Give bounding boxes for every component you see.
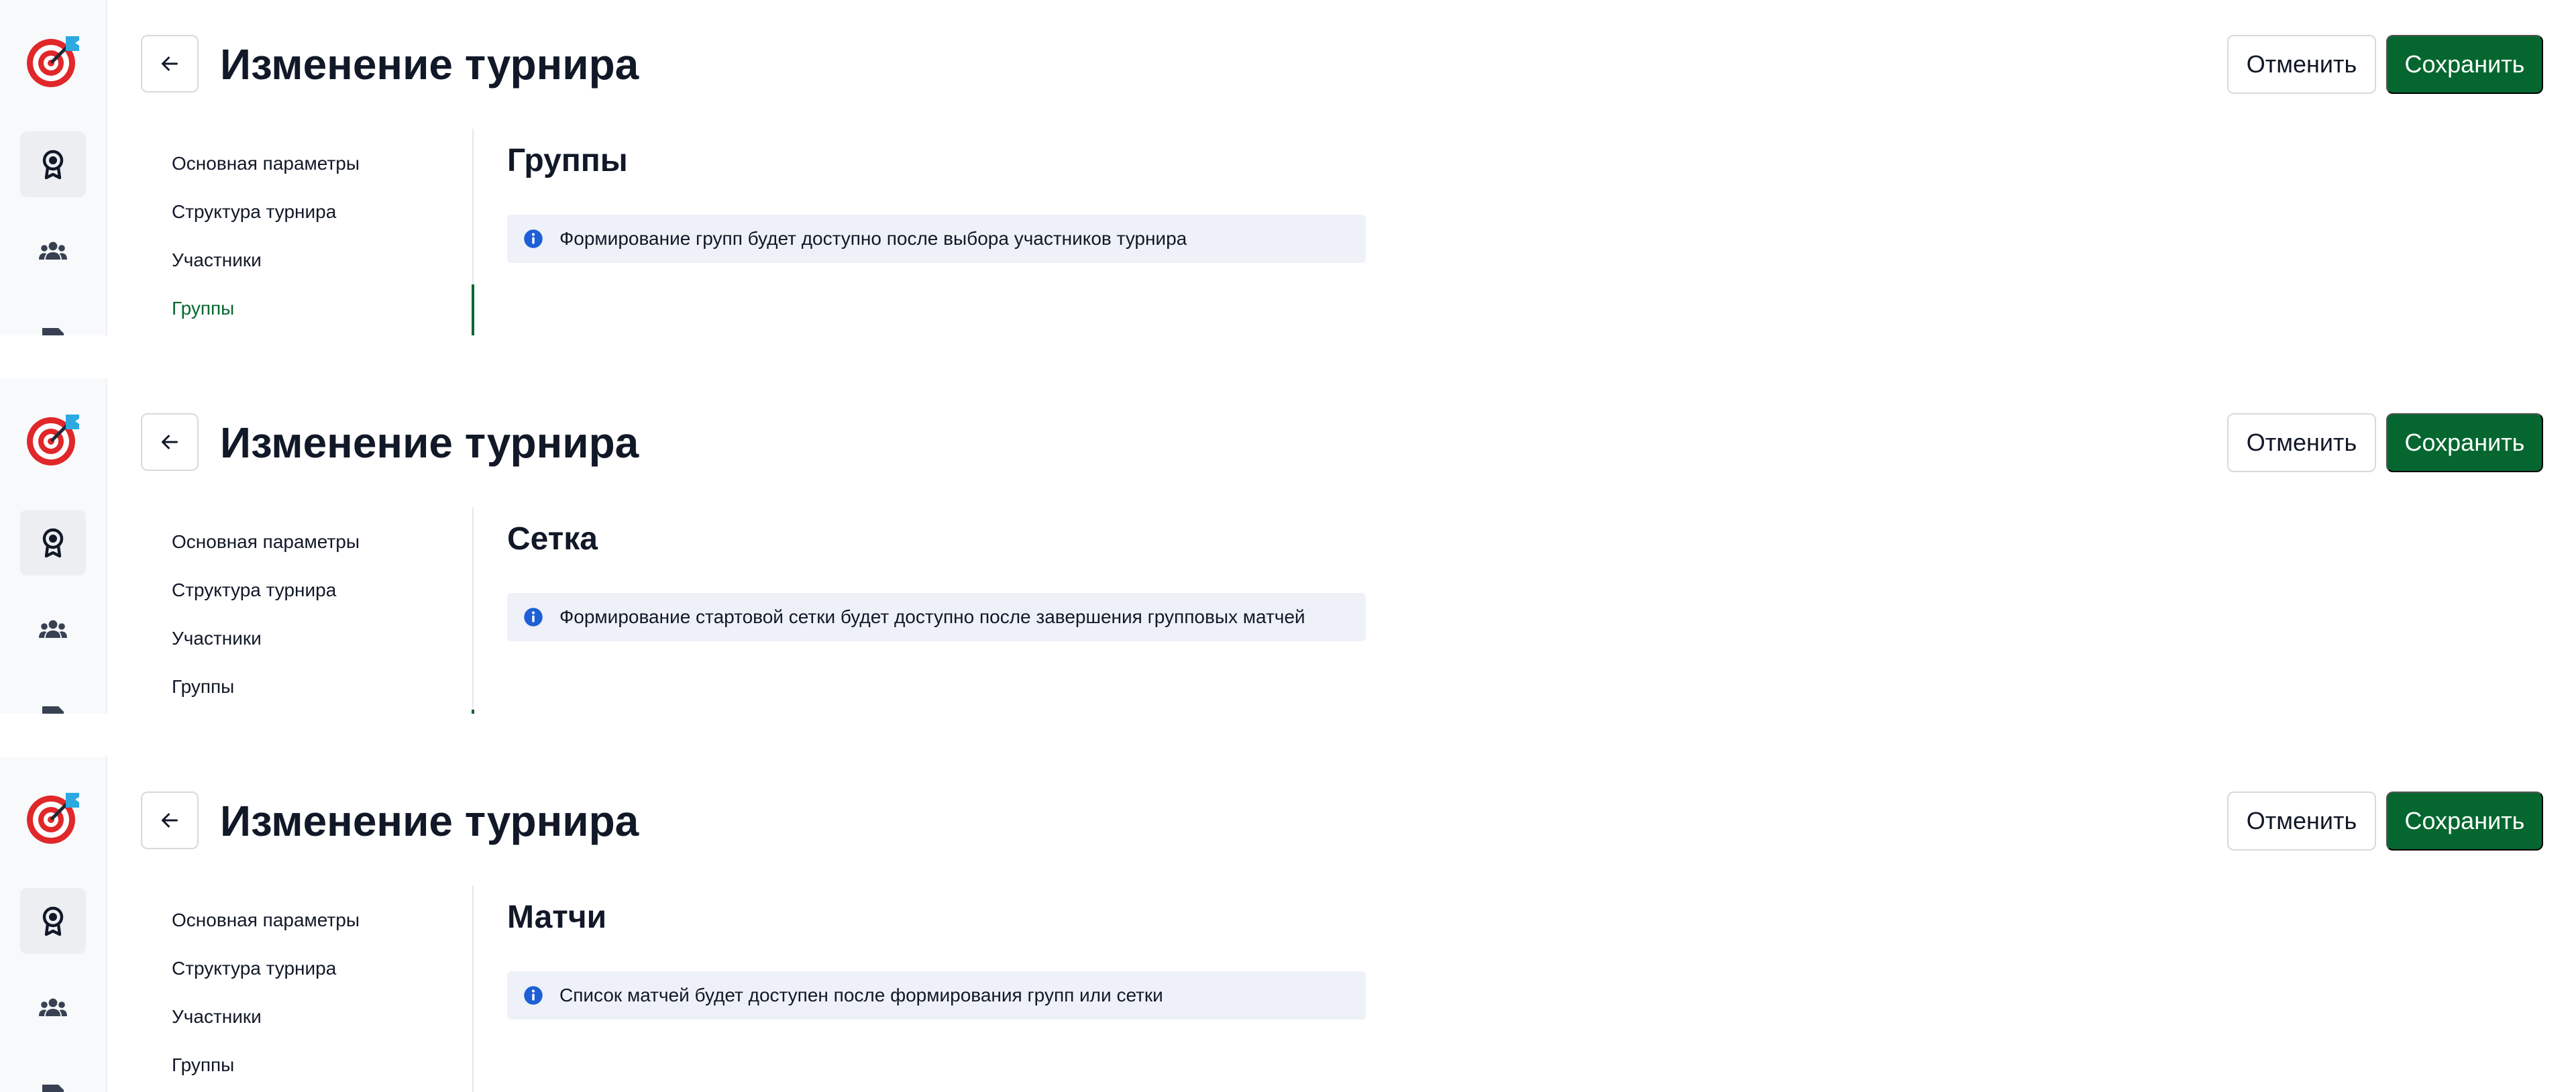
rail-tournaments-button[interactable] bbox=[20, 510, 86, 576]
info-text: Формирование групп будет доступно после … bbox=[559, 228, 1187, 249]
rail-tournaments-button[interactable] bbox=[20, 131, 86, 197]
save-button[interactable]: Сохранить bbox=[2386, 791, 2543, 851]
info-banner: Список матчей будет доступен после форми… bbox=[507, 971, 1366, 1020]
nav-active-indicator bbox=[472, 284, 474, 335]
nav-item-main-params[interactable]: Основная параметры bbox=[172, 152, 360, 176]
users-icon bbox=[39, 998, 67, 1016]
medal-icon bbox=[42, 906, 64, 936]
ticket-icon bbox=[42, 1085, 64, 1092]
ticket-icon bbox=[42, 328, 64, 335]
nav-item-structure[interactable]: Структура турнира bbox=[172, 200, 336, 224]
rail-users-button[interactable] bbox=[20, 219, 86, 284]
target-logo-icon[interactable] bbox=[23, 31, 83, 91]
info-text: Формирование стартовой сетки будет досту… bbox=[559, 606, 1305, 627]
target-logo-icon[interactable] bbox=[23, 409, 83, 470]
cancel-button[interactable]: Отменить bbox=[2227, 413, 2376, 472]
info-circle-icon bbox=[524, 229, 543, 248]
section-title: Сетка bbox=[507, 521, 598, 557]
users-icon bbox=[39, 620, 67, 638]
back-button[interactable] bbox=[141, 413, 199, 471]
tournament-edit-panel: Изменение турнира Отменить Сохранить Осн… bbox=[0, 0, 2576, 335]
nav-item-structure[interactable]: Структура турнира bbox=[172, 578, 336, 602]
arrow-left-icon bbox=[162, 56, 178, 71]
rail-tickets-button[interactable] bbox=[20, 306, 86, 335]
nav-divider bbox=[472, 885, 474, 1092]
nav-item-participants[interactable]: Участники bbox=[172, 1005, 262, 1029]
nav-divider bbox=[472, 507, 474, 714]
nav-item-main-params[interactable]: Основная параметры bbox=[172, 908, 360, 932]
arrow-left-icon bbox=[162, 435, 178, 449]
page-title: Изменение турнира bbox=[220, 40, 639, 89]
cancel-button[interactable]: Отменить bbox=[2227, 791, 2376, 851]
section-title: Группы bbox=[507, 143, 628, 178]
medal-icon bbox=[42, 528, 64, 558]
info-banner: Формирование групп будет доступно после … bbox=[507, 215, 1366, 263]
info-circle-icon bbox=[524, 986, 543, 1005]
side-rail bbox=[0, 378, 107, 714]
target-logo-icon[interactable] bbox=[23, 787, 83, 848]
side-rail bbox=[0, 0, 107, 335]
info-banner: Формирование стартовой сетки будет досту… bbox=[507, 593, 1366, 641]
back-button[interactable] bbox=[141, 791, 199, 849]
nav-item-structure[interactable]: Структура турнира bbox=[172, 957, 336, 981]
rail-tickets-button[interactable] bbox=[20, 1062, 86, 1092]
section-title: Матчи bbox=[507, 899, 607, 935]
page-title: Изменение турнира bbox=[220, 419, 639, 467]
arrow-left-icon bbox=[162, 813, 178, 828]
nav-item-groups[interactable]: Группы bbox=[172, 1053, 234, 1077]
tournament-edit-panel: Изменение турнира Отменить Сохранить Осн… bbox=[0, 378, 2576, 714]
rail-tournaments-button[interactable] bbox=[20, 888, 86, 954]
side-rail bbox=[0, 757, 107, 1092]
cancel-button[interactable]: Отменить bbox=[2227, 35, 2376, 94]
info-circle-icon bbox=[524, 608, 543, 626]
info-text: Список матчей будет доступен после форми… bbox=[559, 985, 1163, 1005]
nav-item-participants[interactable]: Участники bbox=[172, 248, 262, 272]
nav-active-indicator bbox=[472, 710, 474, 714]
rail-tickets-button[interactable] bbox=[20, 684, 86, 714]
nav-item-main-params[interactable]: Основная параметры bbox=[172, 530, 360, 554]
rail-users-button[interactable] bbox=[20, 975, 86, 1041]
ticket-icon bbox=[42, 706, 64, 714]
medal-icon bbox=[42, 150, 64, 180]
nav-item-groups[interactable]: Группы bbox=[172, 675, 234, 699]
page-title: Изменение турнира bbox=[220, 797, 639, 845]
rail-users-button[interactable] bbox=[20, 597, 86, 663]
users-icon bbox=[39, 241, 67, 260]
back-button[interactable] bbox=[141, 35, 199, 93]
tournament-edit-panel: Изменение турнира Отменить Сохранить Осн… bbox=[0, 757, 2576, 1092]
nav-item-groups[interactable]: Группы bbox=[172, 296, 234, 321]
nav-item-participants[interactable]: Участники bbox=[172, 626, 262, 651]
save-button[interactable]: Сохранить bbox=[2386, 413, 2543, 472]
save-button[interactable]: Сохранить bbox=[2386, 35, 2543, 94]
